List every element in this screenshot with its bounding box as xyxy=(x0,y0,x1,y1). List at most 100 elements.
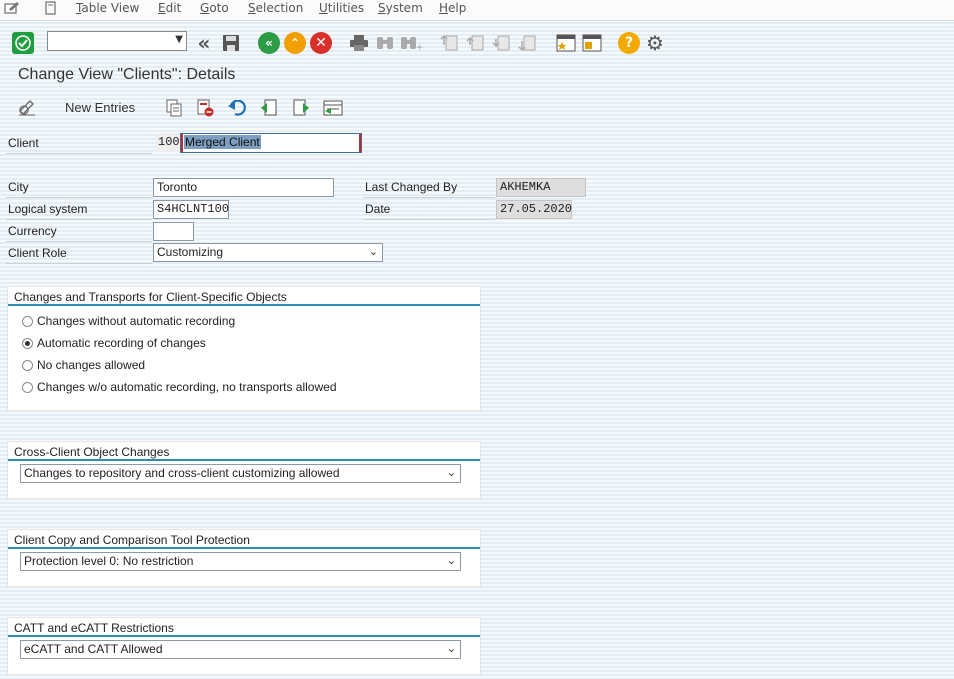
group-accent-rule xyxy=(8,459,480,461)
back-double-icon[interactable]: « xyxy=(193,31,215,55)
command-field[interactable]: ▼ xyxy=(47,31,187,51)
copy-protection-value: Protection level 0: No restriction xyxy=(24,554,194,568)
group-accent-rule xyxy=(8,635,480,637)
cancel-icon[interactable]: ✕ xyxy=(310,32,332,54)
display-change-icon[interactable] xyxy=(16,98,38,118)
radio-button-selected[interactable] xyxy=(22,337,33,349)
print-icon[interactable] xyxy=(348,32,370,54)
client-label: Client xyxy=(8,136,39,150)
menu-table-view-label: able View xyxy=(81,1,140,15)
chevron-down-icon[interactable]: ▼ xyxy=(175,34,183,45)
client-label-underline xyxy=(6,153,152,154)
help-icon[interactable]: ? xyxy=(618,32,640,54)
menu-help[interactable]: Help xyxy=(439,0,466,18)
radio-label: Automatic recording of changes xyxy=(37,336,206,350)
first-page-icon[interactable] xyxy=(438,32,460,54)
catt-group: CATT and eCATT Restrictions eCATT and CA… xyxy=(7,617,481,675)
shortcut-icon[interactable] xyxy=(581,32,603,54)
enter-icon[interactable] xyxy=(12,32,34,54)
application-toolbar: New Entries xyxy=(0,96,954,122)
standard-toolbar: ▼ « « ⌃ ✕ + ? ⚙ xyxy=(0,28,954,60)
cross-client-group: Cross-Client Object Changes Changes to r… xyxy=(7,441,481,499)
catt-title: CATT and eCATT Restrictions xyxy=(14,621,174,635)
group-accent-rule xyxy=(8,304,480,306)
currency-input[interactable] xyxy=(153,222,194,241)
cross-client-value: Changes to repository and cross-client c… xyxy=(24,466,340,480)
client-name-input[interactable]: Merged Client xyxy=(180,133,362,153)
undo-icon[interactable] xyxy=(226,98,248,118)
currency-label: Currency xyxy=(8,224,57,238)
back-icon[interactable]: « xyxy=(258,32,280,54)
client-name-value: Merged Client xyxy=(184,135,261,149)
radio-option-no-recording[interactable]: Changes without automatic recording xyxy=(22,312,235,330)
client-number: 100 xyxy=(156,133,182,152)
menu-utilities[interactable]: Utilities xyxy=(319,0,364,18)
chevron-down-icon[interactable]: ⌄ xyxy=(369,244,378,261)
changes-transports-title: Changes and Transports for Client-Specif… xyxy=(14,290,287,304)
delete-icon[interactable] xyxy=(194,98,216,118)
chevron-down-icon[interactable]: ⌄ xyxy=(447,553,456,570)
currency-label-underline xyxy=(6,241,152,242)
next-page-icon[interactable] xyxy=(490,32,512,54)
exit-icon[interactable]: ⌃ xyxy=(284,32,306,54)
radio-option-no-changes[interactable]: No changes allowed xyxy=(22,356,145,374)
client-role-label: Client Role xyxy=(8,246,67,260)
last-changed-by-field: AKHEMKA xyxy=(496,178,586,197)
menu-system[interactable]: System xyxy=(378,0,423,18)
city-label-underline xyxy=(6,197,152,198)
client-role-value: Customizing xyxy=(157,245,224,259)
radio-label: No changes allowed xyxy=(37,358,146,372)
radio-button[interactable] xyxy=(22,315,33,327)
next-entry-icon[interactable] xyxy=(290,98,312,118)
copy-protection-select[interactable]: Protection level 0: No restriction ⌄ xyxy=(20,552,461,571)
menu-edit[interactable]: Edit xyxy=(158,0,181,18)
date-label-underline xyxy=(363,219,495,220)
client-role-select[interactable]: Customizing ⌄ xyxy=(153,243,383,262)
logical-system-value: S4HCLNT100 xyxy=(157,202,230,216)
last-changed-by-value: AKHEMKA xyxy=(500,180,551,194)
settings-icon[interactable]: ⚙ xyxy=(644,31,666,55)
select-all-icon[interactable] xyxy=(322,98,344,118)
radio-label: Changes without automatic recording xyxy=(37,314,236,328)
new-entries-button[interactable]: New Entries xyxy=(65,100,135,115)
copy-as-icon[interactable] xyxy=(163,98,185,118)
previous-entry-icon[interactable] xyxy=(258,98,280,118)
changes-transports-group: Changes and Transports for Client-Specif… xyxy=(7,286,481,411)
last-page-icon[interactable] xyxy=(516,32,538,54)
find-next-icon[interactable]: + xyxy=(400,32,422,54)
catt-value: eCATT and CATT Allowed xyxy=(24,642,163,656)
system-menu-icon[interactable] xyxy=(42,1,60,17)
cross-client-title: Cross-Client Object Changes xyxy=(14,445,170,459)
create-session-icon[interactable] xyxy=(555,32,577,54)
menu-goto[interactable]: Goto xyxy=(200,0,229,18)
radio-option-no-transports[interactable]: Changes w/o automatic recording, no tran… xyxy=(22,378,337,396)
city-label: City xyxy=(8,180,29,194)
page-title: Change View "Clients": Details xyxy=(18,66,236,83)
cross-client-select[interactable]: Changes to repository and cross-client c… xyxy=(20,464,461,483)
menu-toggle-icon[interactable] xyxy=(3,1,21,17)
date-field: 27.05.2020 xyxy=(496,200,572,219)
client-role-label-underline xyxy=(6,263,152,264)
logical-system-input[interactable]: S4HCLNT100 xyxy=(153,200,229,219)
save-icon[interactable] xyxy=(220,32,242,54)
catt-select[interactable]: eCATT and CATT Allowed ⌄ xyxy=(20,640,461,659)
last-changed-by-label: Last Changed By xyxy=(365,180,458,194)
radio-button[interactable] xyxy=(22,359,33,371)
radio-button[interactable] xyxy=(22,381,33,393)
menu-selection[interactable]: Selection xyxy=(248,0,303,18)
copy-protection-group: Client Copy and Comparison Tool Protecti… xyxy=(7,529,481,587)
last-changed-by-label-underline xyxy=(363,197,495,198)
chevron-down-icon[interactable]: ⌄ xyxy=(447,465,456,482)
chevron-down-icon[interactable]: ⌄ xyxy=(447,641,456,658)
logical-system-label-underline xyxy=(6,219,152,220)
previous-page-icon[interactable] xyxy=(464,32,486,54)
menu-table-view[interactable]: Table View xyxy=(76,0,139,18)
city-input[interactable]: Toronto xyxy=(153,178,334,197)
find-icon[interactable] xyxy=(374,32,396,54)
svg-text:+: + xyxy=(416,43,422,52)
logical-system-label: Logical system xyxy=(8,202,88,216)
date-value: 27.05.2020 xyxy=(500,202,573,216)
radio-option-automatic-recording[interactable]: Automatic recording of changes xyxy=(22,334,206,352)
menu-bar: Table View Edit Goto Selection Utilities… xyxy=(0,0,954,21)
date-label: Date xyxy=(365,202,391,216)
